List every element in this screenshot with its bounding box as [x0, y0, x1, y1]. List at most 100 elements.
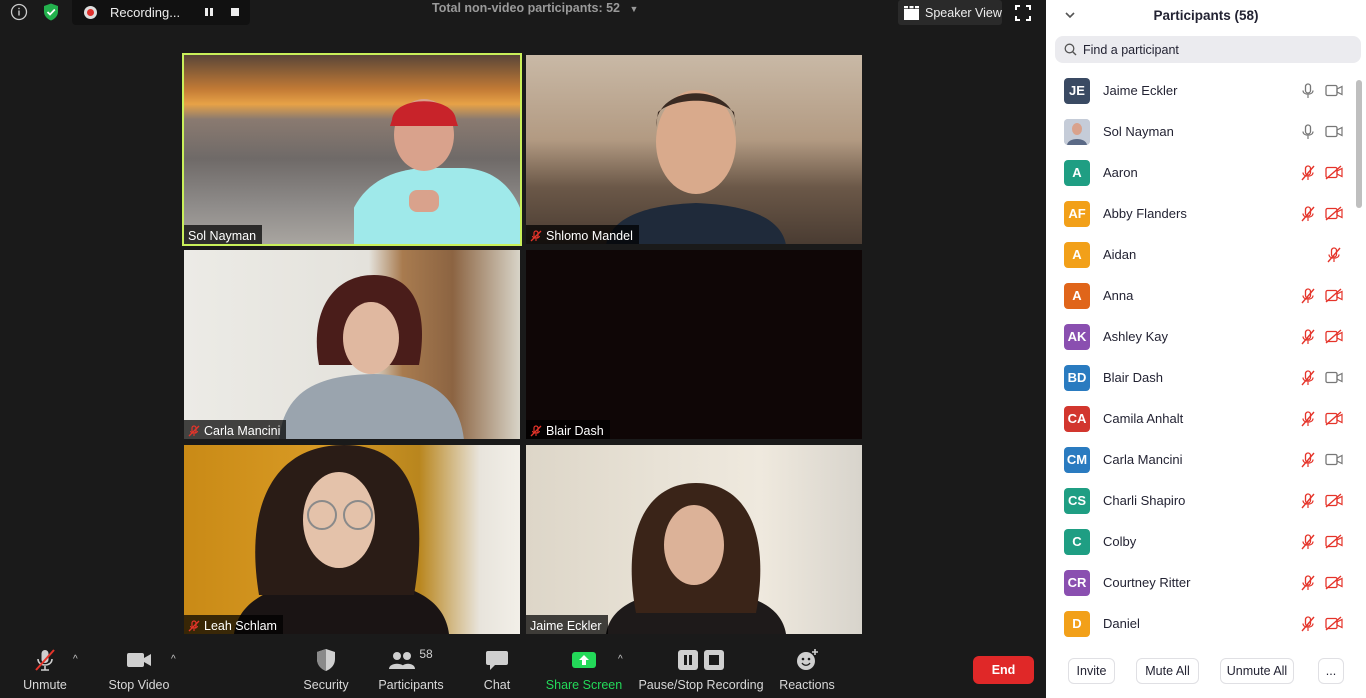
avatar: A: [1064, 241, 1090, 268]
participant-row[interactable]: C Colby: [1046, 521, 1356, 562]
participant-name: Blair Dash: [1103, 370, 1163, 385]
muted-mic-icon[interactable]: [1325, 246, 1343, 264]
participant-row[interactable]: JE Jaime Eckler: [1046, 70, 1356, 111]
grid-view-icon: [904, 5, 919, 20]
video-off-icon[interactable]: [1325, 574, 1343, 592]
muted-mic-icon[interactable]: [1299, 205, 1317, 223]
non-video-participants-dropdown[interactable]: Total non-video participants: 52 ▼: [432, 1, 638, 15]
video-off-icon[interactable]: [1325, 287, 1343, 305]
panel-footer: Invite Mute All Unmute All ...: [1046, 655, 1366, 687]
stop-recording-icon[interactable]: [222, 6, 248, 20]
muted-mic-icon[interactable]: [1299, 574, 1317, 592]
participant-name: Ashley Kay: [1103, 329, 1169, 344]
avatar: CA: [1064, 405, 1090, 432]
reactions-button[interactable]: Reactions: [779, 646, 835, 692]
participant-row[interactable]: A Aidan: [1046, 234, 1356, 275]
muted-mic-icon[interactable]: [1299, 328, 1317, 346]
fullscreen-icon[interactable]: [1014, 4, 1034, 22]
more-options-button[interactable]: ...: [1318, 658, 1344, 684]
participant-name: Anna: [1103, 288, 1134, 303]
participant-search[interactable]: [1055, 36, 1361, 63]
end-meeting-button[interactable]: End: [973, 656, 1034, 684]
reactions-label: Reactions: [779, 678, 835, 692]
share-options-chevron-icon[interactable]: ^: [618, 654, 623, 665]
stop-video-button[interactable]: Stop Video: [108, 646, 170, 692]
microphone-icon[interactable]: [1299, 123, 1317, 141]
participant-row[interactable]: Sol Nayman: [1046, 111, 1356, 152]
invite-button[interactable]: Invite: [1068, 658, 1115, 684]
participant-row[interactable]: A Anna: [1046, 275, 1356, 316]
video-off-icon[interactable]: [1325, 410, 1343, 428]
participant-row[interactable]: CM Carla Mancini: [1046, 439, 1356, 480]
muted-mic-icon: [188, 424, 200, 437]
participant-name: Courtney Ritter: [1103, 575, 1191, 590]
video-off-icon[interactable]: [1325, 205, 1343, 223]
audio-options-chevron-icon[interactable]: ^: [73, 654, 78, 665]
participant-name: Carla Mancini: [1103, 452, 1183, 467]
unmute-button[interactable]: Unmute: [22, 646, 68, 692]
avatar: BD: [1064, 364, 1090, 391]
video-tile[interactable]: Blair Dash: [526, 250, 862, 439]
unmute-all-button[interactable]: Unmute All: [1220, 658, 1294, 684]
recording-label: Recording...: [110, 5, 181, 20]
video-camera-icon[interactable]: [1325, 451, 1343, 469]
video-tile[interactable]: Sol Nayman: [182, 53, 522, 246]
video-tile[interactable]: Jaime Eckler: [526, 445, 862, 634]
muted-mic-icon[interactable]: [1299, 410, 1317, 428]
avatar: A: [1064, 282, 1090, 309]
chat-bubble-icon: [485, 646, 509, 674]
video-camera-icon[interactable]: [1325, 123, 1343, 141]
shield-check-icon[interactable]: [41, 2, 61, 22]
mute-all-button[interactable]: Mute All: [1136, 658, 1199, 684]
muted-mic-icon[interactable]: [1299, 533, 1317, 551]
muted-mic-icon[interactable]: [1299, 164, 1317, 182]
chat-button[interactable]: Chat: [482, 646, 512, 692]
avatar: D: [1064, 610, 1090, 637]
participant-row[interactable]: CA Camila Anhalt: [1046, 398, 1356, 439]
muted-mic-icon[interactable]: [1299, 369, 1317, 387]
info-icon[interactable]: [9, 2, 29, 22]
video-off-icon[interactable]: [1325, 615, 1343, 633]
participant-row[interactable]: CS Charli Shapiro: [1046, 480, 1356, 521]
participant-row[interactable]: AF Abby Flanders: [1046, 193, 1356, 234]
video-camera-icon[interactable]: [1325, 82, 1343, 100]
security-button[interactable]: Security: [303, 646, 349, 692]
microphone-icon[interactable]: [1299, 82, 1317, 100]
video-off-icon[interactable]: [1325, 492, 1343, 510]
smiley-plus-icon: [795, 646, 819, 674]
participant-row[interactable]: BD Blair Dash: [1046, 357, 1356, 398]
avatar: A: [1064, 159, 1090, 186]
video-camera-icon[interactable]: [1325, 369, 1343, 387]
video-off-icon[interactable]: [1325, 328, 1343, 346]
video-off-icon[interactable]: [1325, 164, 1343, 182]
scrollbar[interactable]: [1356, 80, 1362, 208]
participant-row[interactable]: A Aaron: [1046, 152, 1356, 193]
participants-button[interactable]: 58 Participants: [378, 646, 443, 692]
muted-mic-icon[interactable]: [1299, 615, 1317, 633]
video-tile[interactable]: Leah Schlam: [184, 445, 520, 634]
pause-stop-recording-button[interactable]: Pause/Stop Recording: [638, 646, 764, 692]
pause-stop-recording-label: Pause/Stop Recording: [638, 678, 764, 692]
speaker-view-button[interactable]: Speaker View: [898, 0, 1002, 25]
muted-mic-icon[interactable]: [1299, 451, 1317, 469]
video-camera-icon: [125, 646, 153, 674]
participant-list: JE Jaime Eckler Sol Nayman A Aaron AF Abby Fla…: [1046, 70, 1356, 638]
participant-row[interactable]: D Daniel: [1046, 603, 1356, 638]
video-tile[interactable]: Carla Mancini: [184, 250, 520, 439]
video-options-chevron-icon[interactable]: ^: [171, 654, 176, 665]
participant-name: Blair Dash: [546, 423, 604, 438]
muted-mic-icon[interactable]: [1299, 287, 1317, 305]
participant-name: Charli Shapiro: [1103, 493, 1186, 508]
search-input[interactable]: [1083, 42, 1343, 57]
muted-mic-icon[interactable]: [1299, 492, 1317, 510]
video-off-icon[interactable]: [1325, 533, 1343, 551]
non-video-count-label: Total non-video participants: 52: [432, 1, 620, 15]
share-screen-button[interactable]: Share Screen: [545, 646, 623, 692]
search-icon: [1064, 43, 1077, 56]
pause-recording-icon[interactable]: [196, 6, 222, 20]
video-tile[interactable]: Shlomo Mandel: [526, 55, 862, 244]
participant-row[interactable]: AK Ashley Kay: [1046, 316, 1356, 357]
participant-row[interactable]: CR Courtney Ritter: [1046, 562, 1356, 603]
participant-name: Abby Flanders: [1103, 206, 1187, 221]
share-screen-label: Share Screen: [545, 678, 623, 692]
